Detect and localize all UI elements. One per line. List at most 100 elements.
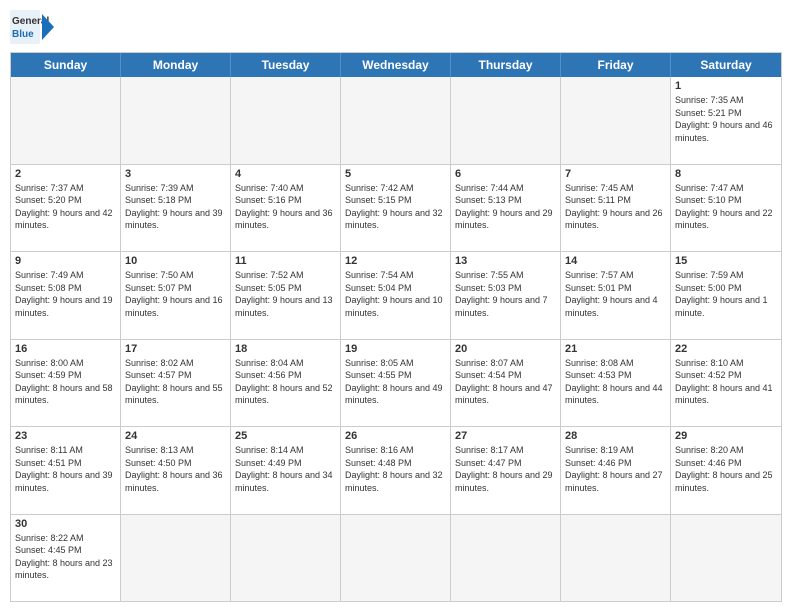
day-cell-empty <box>451 515 561 602</box>
day-cell-2: 2 Sunrise: 7:37 AM Sunset: 5:20 PM Dayli… <box>11 165 121 252</box>
day-cell-empty <box>341 515 451 602</box>
day-cell-13: 13 Sunrise: 7:55 AM Sunset: 5:03 PM Dayl… <box>451 252 561 339</box>
day-info: Sunrise: 7:35 AM Sunset: 5:21 PM Dayligh… <box>675 94 777 144</box>
day-cell-empty <box>11 77 121 164</box>
day-info: Sunrise: 7:54 AM Sunset: 5:04 PM Dayligh… <box>345 269 446 319</box>
day-number: 6 <box>455 168 556 180</box>
day-cell-empty <box>561 77 671 164</box>
day-info: Sunrise: 7:49 AM Sunset: 5:08 PM Dayligh… <box>15 269 116 319</box>
day-cell-11: 11 Sunrise: 7:52 AM Sunset: 5:05 PM Dayl… <box>231 252 341 339</box>
day-cell-empty <box>121 77 231 164</box>
day-info: Sunrise: 8:11 AM Sunset: 4:51 PM Dayligh… <box>15 444 116 494</box>
day-info: Sunrise: 8:22 AM Sunset: 4:45 PM Dayligh… <box>15 532 116 582</box>
day-info: Sunrise: 7:37 AM Sunset: 5:20 PM Dayligh… <box>15 182 116 232</box>
day-cell-empty <box>341 77 451 164</box>
calendar-row-3: 16 Sunrise: 8:00 AM Sunset: 4:59 PM Dayl… <box>11 339 781 427</box>
day-info: Sunrise: 7:40 AM Sunset: 5:16 PM Dayligh… <box>235 182 336 232</box>
header-day-thursday: Thursday <box>451 53 561 77</box>
generalblue-logo-icon: General Blue <box>10 10 54 44</box>
day-cell-23: 23 Sunrise: 8:11 AM Sunset: 4:51 PM Dayl… <box>11 427 121 514</box>
day-cell-4: 4 Sunrise: 7:40 AM Sunset: 5:16 PM Dayli… <box>231 165 341 252</box>
logo: General Blue <box>10 10 54 44</box>
calendar-row-5: 30 Sunrise: 8:22 AM Sunset: 4:45 PM Dayl… <box>11 514 781 602</box>
day-info: Sunrise: 7:57 AM Sunset: 5:01 PM Dayligh… <box>565 269 666 319</box>
header-day-wednesday: Wednesday <box>341 53 451 77</box>
day-number: 13 <box>455 255 556 267</box>
day-cell-12: 12 Sunrise: 7:54 AM Sunset: 5:04 PM Dayl… <box>341 252 451 339</box>
day-info: Sunrise: 8:02 AM Sunset: 4:57 PM Dayligh… <box>125 357 226 407</box>
page: General Blue SundayMondayTuesdayWednesda… <box>0 0 792 612</box>
day-number: 30 <box>15 518 116 530</box>
day-cell-3: 3 Sunrise: 7:39 AM Sunset: 5:18 PM Dayli… <box>121 165 231 252</box>
day-info: Sunrise: 8:10 AM Sunset: 4:52 PM Dayligh… <box>675 357 777 407</box>
day-info: Sunrise: 7:44 AM Sunset: 5:13 PM Dayligh… <box>455 182 556 232</box>
day-cell-26: 26 Sunrise: 8:16 AM Sunset: 4:48 PM Dayl… <box>341 427 451 514</box>
calendar-row-1: 2 Sunrise: 7:37 AM Sunset: 5:20 PM Dayli… <box>11 164 781 252</box>
calendar-row-4: 23 Sunrise: 8:11 AM Sunset: 4:51 PM Dayl… <box>11 426 781 514</box>
day-number: 2 <box>15 168 116 180</box>
day-info: Sunrise: 7:45 AM Sunset: 5:11 PM Dayligh… <box>565 182 666 232</box>
day-cell-19: 19 Sunrise: 8:05 AM Sunset: 4:55 PM Dayl… <box>341 340 451 427</box>
day-number: 14 <box>565 255 666 267</box>
day-cell-14: 14 Sunrise: 7:57 AM Sunset: 5:01 PM Dayl… <box>561 252 671 339</box>
calendar: SundayMondayTuesdayWednesdayThursdayFrid… <box>10 52 782 602</box>
day-cell-10: 10 Sunrise: 7:50 AM Sunset: 5:07 PM Dayl… <box>121 252 231 339</box>
day-number: 1 <box>675 80 777 92</box>
day-cell-8: 8 Sunrise: 7:47 AM Sunset: 5:10 PM Dayli… <box>671 165 781 252</box>
day-info: Sunrise: 8:00 AM Sunset: 4:59 PM Dayligh… <box>15 357 116 407</box>
day-cell-22: 22 Sunrise: 8:10 AM Sunset: 4:52 PM Dayl… <box>671 340 781 427</box>
day-cell-17: 17 Sunrise: 8:02 AM Sunset: 4:57 PM Dayl… <box>121 340 231 427</box>
header: General Blue <box>10 10 782 44</box>
day-cell-20: 20 Sunrise: 8:07 AM Sunset: 4:54 PM Dayl… <box>451 340 561 427</box>
svg-text:Blue: Blue <box>12 29 34 40</box>
day-number: 26 <box>345 430 446 442</box>
day-number: 29 <box>675 430 777 442</box>
day-cell-5: 5 Sunrise: 7:42 AM Sunset: 5:15 PM Dayli… <box>341 165 451 252</box>
day-info: Sunrise: 8:16 AM Sunset: 4:48 PM Dayligh… <box>345 444 446 494</box>
day-number: 7 <box>565 168 666 180</box>
day-cell-16: 16 Sunrise: 8:00 AM Sunset: 4:59 PM Dayl… <box>11 340 121 427</box>
day-cell-1: 1 Sunrise: 7:35 AM Sunset: 5:21 PM Dayli… <box>671 77 781 164</box>
day-cell-empty <box>451 77 561 164</box>
day-cell-7: 7 Sunrise: 7:45 AM Sunset: 5:11 PM Dayli… <box>561 165 671 252</box>
day-number: 3 <box>125 168 226 180</box>
day-cell-25: 25 Sunrise: 8:14 AM Sunset: 4:49 PM Dayl… <box>231 427 341 514</box>
day-cell-30: 30 Sunrise: 8:22 AM Sunset: 4:45 PM Dayl… <box>11 515 121 602</box>
day-number: 28 <box>565 430 666 442</box>
day-number: 12 <box>345 255 446 267</box>
day-info: Sunrise: 8:13 AM Sunset: 4:50 PM Dayligh… <box>125 444 226 494</box>
day-cell-27: 27 Sunrise: 8:17 AM Sunset: 4:47 PM Dayl… <box>451 427 561 514</box>
day-info: Sunrise: 7:55 AM Sunset: 5:03 PM Dayligh… <box>455 269 556 319</box>
day-cell-15: 15 Sunrise: 7:59 AM Sunset: 5:00 PM Dayl… <box>671 252 781 339</box>
day-info: Sunrise: 7:52 AM Sunset: 5:05 PM Dayligh… <box>235 269 336 319</box>
day-number: 20 <box>455 343 556 355</box>
day-cell-empty <box>231 77 341 164</box>
day-cell-empty <box>121 515 231 602</box>
day-cell-28: 28 Sunrise: 8:19 AM Sunset: 4:46 PM Dayl… <box>561 427 671 514</box>
day-number: 16 <box>15 343 116 355</box>
day-info: Sunrise: 8:08 AM Sunset: 4:53 PM Dayligh… <box>565 357 666 407</box>
day-number: 23 <box>15 430 116 442</box>
day-info: Sunrise: 7:59 AM Sunset: 5:00 PM Dayligh… <box>675 269 777 319</box>
day-number: 8 <box>675 168 777 180</box>
day-info: Sunrise: 8:05 AM Sunset: 4:55 PM Dayligh… <box>345 357 446 407</box>
day-cell-empty <box>671 515 781 602</box>
day-info: Sunrise: 8:04 AM Sunset: 4:56 PM Dayligh… <box>235 357 336 407</box>
header-day-sunday: Sunday <box>11 53 121 77</box>
day-number: 27 <box>455 430 556 442</box>
day-number: 21 <box>565 343 666 355</box>
day-number: 15 <box>675 255 777 267</box>
calendar-header: SundayMondayTuesdayWednesdayThursdayFrid… <box>11 53 781 77</box>
day-number: 25 <box>235 430 336 442</box>
calendar-row-2: 9 Sunrise: 7:49 AM Sunset: 5:08 PM Dayli… <box>11 251 781 339</box>
day-cell-9: 9 Sunrise: 7:49 AM Sunset: 5:08 PM Dayli… <box>11 252 121 339</box>
day-cell-6: 6 Sunrise: 7:44 AM Sunset: 5:13 PM Dayli… <box>451 165 561 252</box>
day-number: 22 <box>675 343 777 355</box>
day-info: Sunrise: 8:07 AM Sunset: 4:54 PM Dayligh… <box>455 357 556 407</box>
header-day-saturday: Saturday <box>671 53 781 77</box>
day-number: 10 <box>125 255 226 267</box>
day-number: 24 <box>125 430 226 442</box>
day-info: Sunrise: 7:39 AM Sunset: 5:18 PM Dayligh… <box>125 182 226 232</box>
day-number: 5 <box>345 168 446 180</box>
day-cell-empty <box>561 515 671 602</box>
